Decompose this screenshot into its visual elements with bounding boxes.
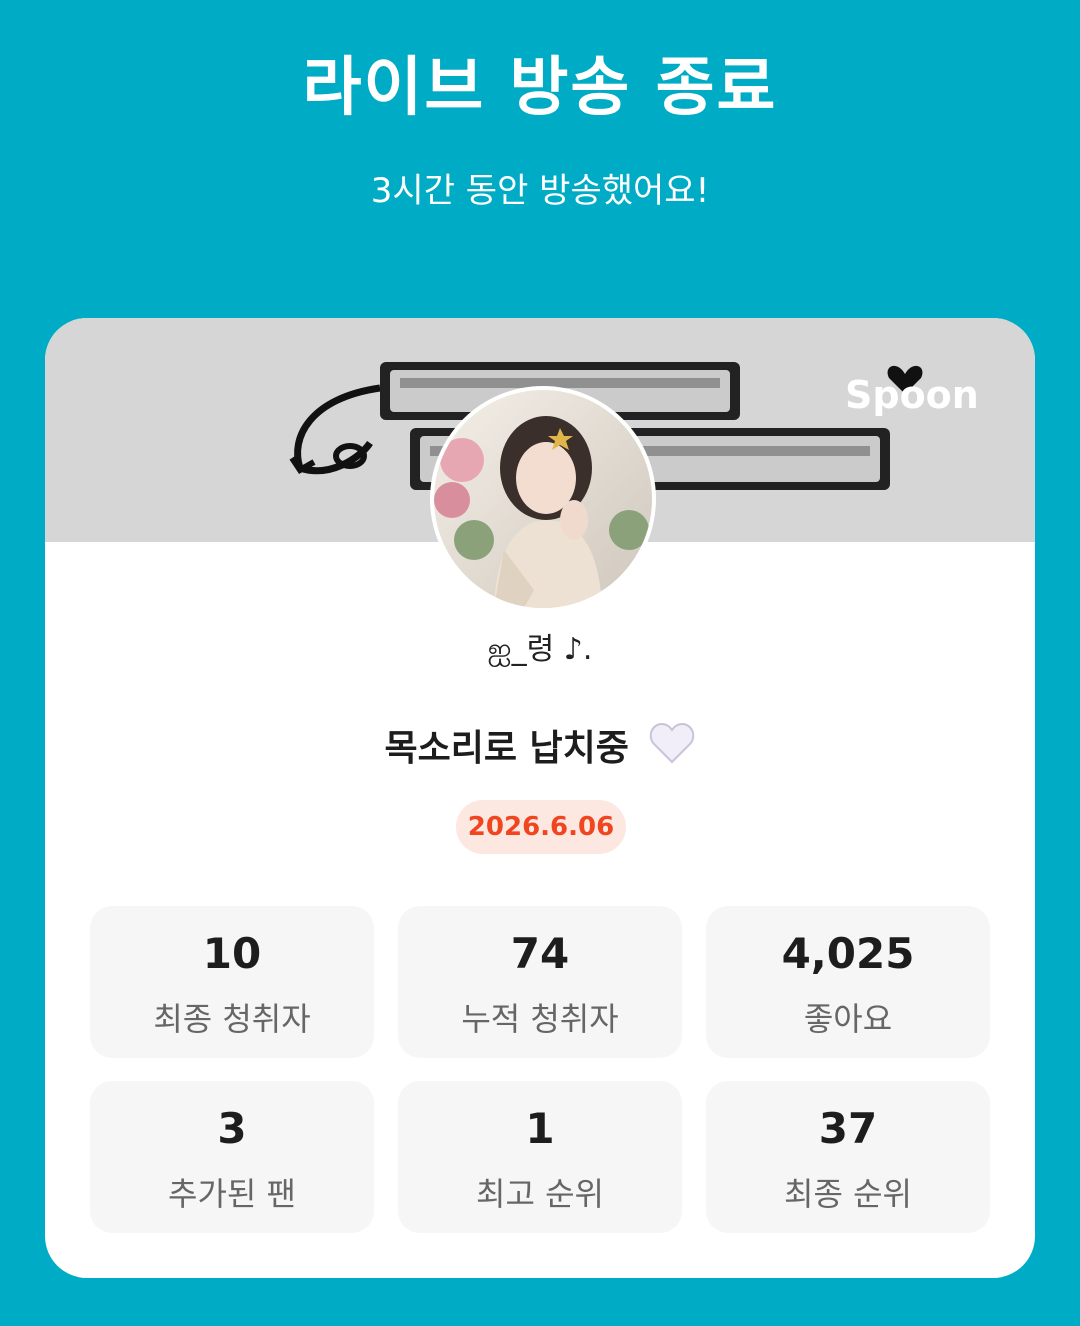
stat-value: 4,025 — [781, 929, 915, 978]
white-heart-icon — [649, 722, 695, 778]
stat-label: 좋아요 — [803, 1000, 893, 1038]
stat-total-listeners: 74 누적 청취자 — [398, 906, 682, 1058]
avatar[interactable] — [430, 386, 656, 612]
svg-text:Spoon: Spoon — [845, 373, 979, 416]
page-title: 라이브 방송 종료 — [302, 51, 778, 125]
spoon-logo: Spoon — [845, 356, 985, 420]
stat-highest-rank: 1 최고 순위 — [398, 1081, 682, 1233]
stat-label: 최고 순위 — [476, 1175, 604, 1213]
stat-new-fans: 3 추가된 팬 — [90, 1081, 374, 1233]
broadcast-summary-card: Spoon ஐ_령 ♪. 목소리로 납치중 2026.6.06 10 최종 청취… — [45, 318, 1035, 1278]
stat-value: 1 — [525, 1104, 555, 1153]
broadcast-duration: 3시간 동안 방송했어요! — [370, 171, 710, 211]
stat-value: 37 — [818, 1104, 878, 1153]
stat-value: 10 — [202, 929, 262, 978]
stat-label: 최종 청취자 — [153, 1000, 311, 1038]
stat-label: 누적 청취자 — [461, 1000, 619, 1038]
stat-value: 3 — [217, 1104, 247, 1153]
stat-final-listeners: 10 최종 청취자 — [90, 906, 374, 1058]
live-title: 목소리로 납치중 — [45, 722, 1035, 778]
stat-likes: 4,025 좋아요 — [706, 906, 990, 1058]
streamer-nickname: ஐ_령 ♪. — [487, 632, 593, 667]
live-title-text: 목소리로 납치중 — [384, 728, 629, 769]
stat-value: 74 — [510, 929, 570, 978]
profile-photo — [434, 390, 652, 608]
stat-label: 추가된 팬 — [168, 1175, 296, 1213]
broadcast-date-badge: 2026.6.06 — [456, 800, 626, 854]
stat-label: 최종 순위 — [784, 1175, 912, 1213]
stat-final-rank: 37 최종 순위 — [706, 1081, 990, 1233]
